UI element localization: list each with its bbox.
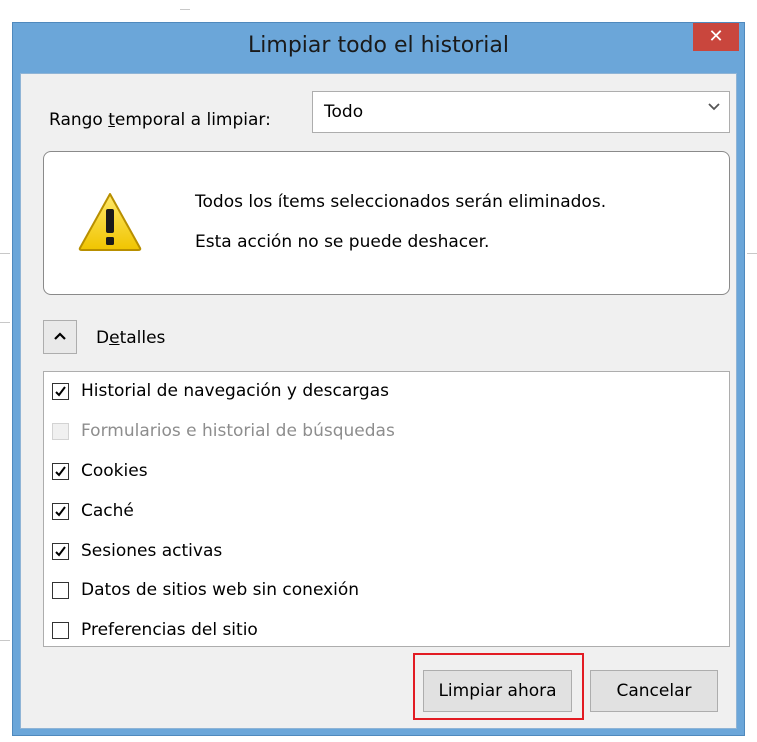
history-item-label: Formularios e historial de búsquedas <box>81 421 395 441</box>
warning-note: Esta acción no se puede deshacer. <box>195 232 490 252</box>
dialog-title: Limpiar todo el historial <box>248 33 509 58</box>
checkbox[interactable] <box>52 581 69 599</box>
history-item-label: Caché <box>81 501 134 521</box>
checkmark-icon <box>55 545 66 557</box>
details-label: Detalles <box>96 328 166 348</box>
history-item[interactable]: Datos de sitios web sin conexión <box>52 575 359 605</box>
background-mark <box>747 253 757 254</box>
checkbox <box>52 422 69 440</box>
checkmark-icon <box>55 385 66 397</box>
history-items-list: Historial de navegación y descargas Formu… <box>43 371 730 647</box>
checkmark-icon <box>55 465 66 477</box>
warning-message: Todos los ítems seleccionados serán elim… <box>195 192 607 212</box>
checkbox[interactable] <box>52 462 69 480</box>
checkbox[interactable] <box>52 502 69 520</box>
clear-history-dialog: Limpiar todo el historial ✕ Rango tempor… <box>12 22 745 736</box>
warning-box: Todos los ítems seleccionados serán elim… <box>43 151 730 295</box>
history-item-label: Cookies <box>81 461 148 481</box>
history-item[interactable]: Sesiones activas <box>52 536 222 566</box>
history-item: Formularios e historial de búsquedas <box>52 416 395 446</box>
time-range-value: Todo <box>324 102 364 122</box>
checkbox[interactable] <box>52 621 69 639</box>
history-item[interactable]: Historial de navegación y descargas <box>52 376 389 406</box>
title-bar[interactable]: Limpiar todo el historial ✕ <box>13 23 744 73</box>
time-range-label: Rango temporal a limpiar: <box>49 110 271 130</box>
dialog-body: Rango temporal a limpiar: Todo Todos los… <box>20 73 737 729</box>
background-app <box>0 0 757 22</box>
background-mark <box>180 9 190 10</box>
history-item-label: Datos de sitios web sin conexión <box>81 580 360 600</box>
close-button[interactable]: ✕ <box>693 23 739 51</box>
chevron-up-icon <box>54 332 66 340</box>
history-item-label: Preferencias del sitio <box>81 620 258 640</box>
background-mark <box>0 640 10 641</box>
details-toggle-button[interactable] <box>43 320 77 354</box>
history-item[interactable]: Caché <box>52 496 134 526</box>
history-item[interactable]: Preferencias del sitio <box>52 615 258 645</box>
warning-triangle-icon <box>78 192 142 252</box>
checkmark-icon <box>55 505 66 517</box>
cancel-button[interactable]: Cancelar <box>590 670 718 712</box>
history-item-label: Historial de navegación y descargas <box>81 381 390 401</box>
time-range-select[interactable]: Todo <box>312 91 730 133</box>
clear-now-button[interactable]: Limpiar ahora <box>423 670 572 712</box>
chevron-down-icon <box>707 99 721 117</box>
background-mark <box>0 253 10 254</box>
close-icon: ✕ <box>708 26 724 46</box>
history-item[interactable]: Cookies <box>52 456 148 486</box>
history-item-label: Sesiones activas <box>81 541 223 561</box>
checkbox[interactable] <box>52 542 69 560</box>
checkbox[interactable] <box>52 382 69 400</box>
background-mark <box>0 322 10 323</box>
